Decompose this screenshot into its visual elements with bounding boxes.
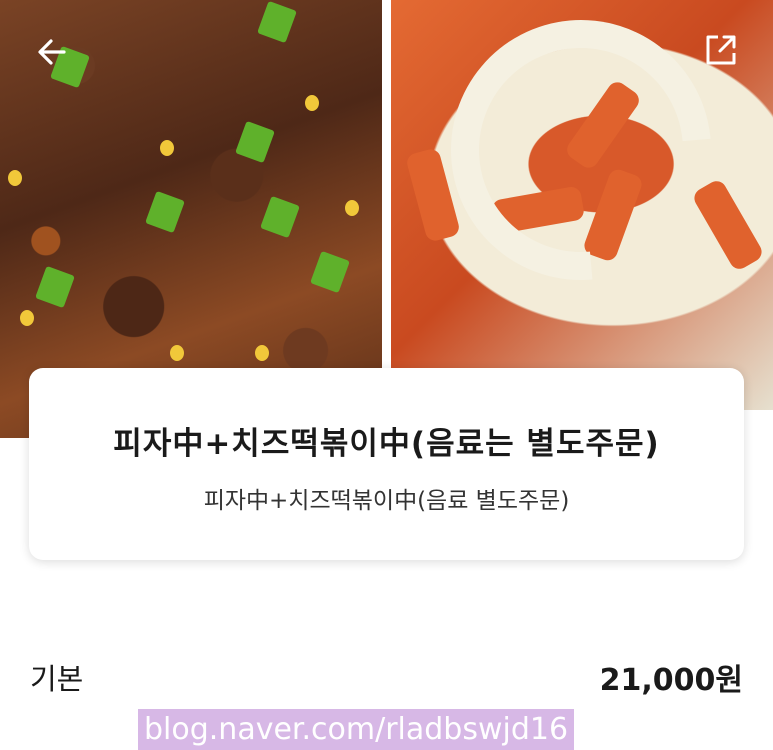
corn-topping xyxy=(20,310,34,326)
pepper-topping xyxy=(235,120,275,164)
corn-topping xyxy=(255,345,269,361)
corn-topping xyxy=(305,95,319,111)
corn-topping xyxy=(160,140,174,156)
pepper-topping xyxy=(260,195,300,239)
product-subtitle: 피자中+치즈떡볶이中(음료 별도주문) xyxy=(203,488,570,514)
corn-topping xyxy=(8,170,22,186)
option-label: 기본 xyxy=(30,662,84,696)
corn-topping xyxy=(170,345,184,361)
back-button[interactable] xyxy=(28,28,76,76)
price-option-row[interactable]: 기본 21,000원 xyxy=(30,652,743,702)
pepper-topping xyxy=(35,265,75,309)
share-button[interactable] xyxy=(697,26,745,74)
pepper-topping xyxy=(310,250,350,294)
corn-topping xyxy=(345,200,359,216)
product-info-card: 피자中+치즈떡볶이中(음료는 별도주문) 피자中+치즈떡볶이中(음료 별도주문) xyxy=(29,368,744,560)
back-arrow-icon xyxy=(38,39,66,65)
watermark: blog.naver.com/rladbswjd16 xyxy=(138,709,575,750)
pepper-topping xyxy=(257,0,297,44)
option-price: 21,000원 xyxy=(599,663,743,698)
product-title: 피자中+치즈떡볶이中(음료는 별도주문) xyxy=(113,426,660,462)
pepper-topping xyxy=(145,190,185,234)
share-external-icon xyxy=(706,35,736,65)
